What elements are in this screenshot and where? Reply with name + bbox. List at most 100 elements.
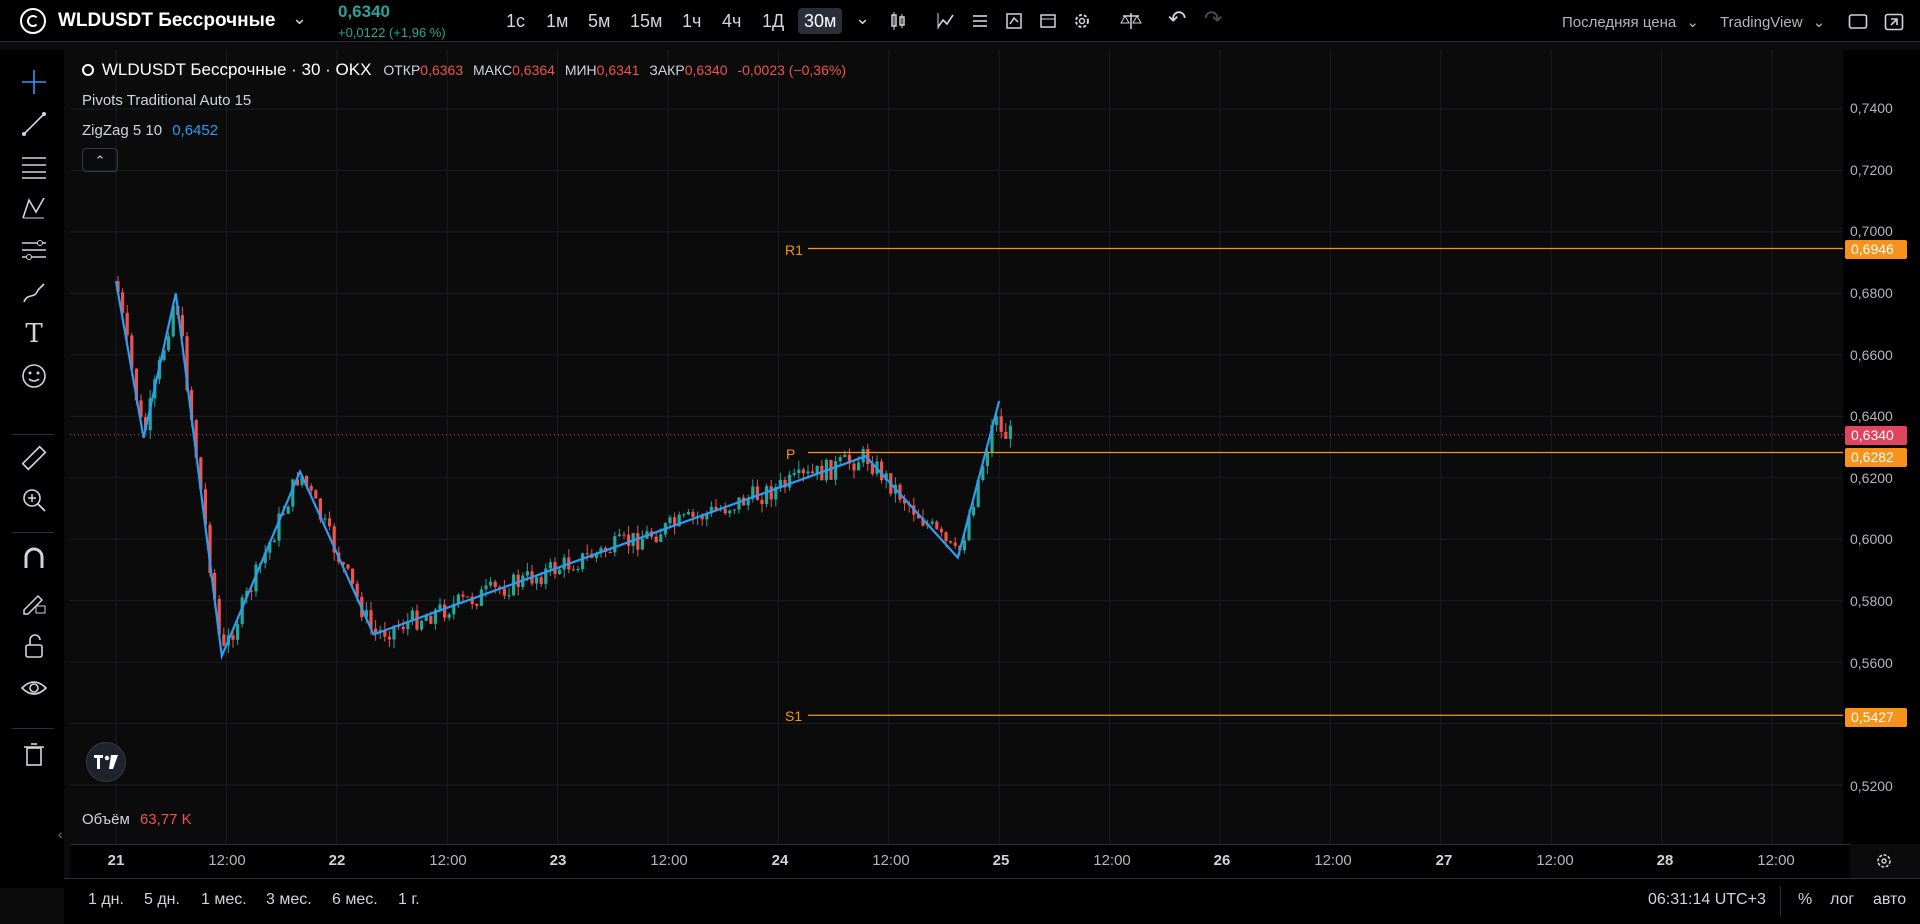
forecast-icon[interactable] <box>16 232 52 268</box>
candle-body <box>475 604 479 606</box>
symbol-change: +0,0122 (+1,96 %) <box>338 25 446 40</box>
range-1d[interactable]: 1 дн. <box>88 891 124 909</box>
price-tick: 0,7400 <box>1850 100 1893 116</box>
tf-1s[interactable]: 1с <box>500 8 531 34</box>
time-tick: 12:00 <box>872 852 910 869</box>
auto-toggle[interactable]: авто <box>1873 891 1906 909</box>
trend-line-icon[interactable] <box>16 106 52 142</box>
fullscreen-icon[interactable] <box>1882 11 1906 33</box>
drawing-toolbar: T ‹ <box>0 50 64 888</box>
indicators-icon[interactable] <box>934 9 958 33</box>
candle-body <box>617 534 621 537</box>
ruler-icon[interactable] <box>16 440 52 476</box>
candle-body <box>401 626 405 630</box>
tf-1h[interactable]: 1ч <box>676 8 707 34</box>
price-tick: 0,6400 <box>1850 408 1893 424</box>
range-6m[interactable]: 6 мес. <box>332 891 378 909</box>
trash-icon[interactable] <box>16 736 52 772</box>
templates-icon[interactable] <box>968 9 992 33</box>
candle-body <box>949 541 953 543</box>
price-chart[interactable] <box>70 50 1843 844</box>
candle-body <box>539 577 543 584</box>
provider-label: TradingView <box>1720 14 1803 31</box>
fib-icon[interactable] <box>16 148 52 184</box>
tf-1d[interactable]: 1Д <box>756 8 790 34</box>
percent-toggle[interactable]: % <box>1798 891 1812 909</box>
range-3m[interactable]: 3 мес. <box>266 891 312 909</box>
candle-body <box>613 536 617 553</box>
candle-body <box>834 461 838 480</box>
gear-icon[interactable] <box>1070 9 1094 33</box>
symbol-price: 0,6340 <box>338 2 390 21</box>
time-tick: 12:00 <box>208 852 246 869</box>
alert-icon[interactable] <box>1002 9 1026 33</box>
tf-4h[interactable]: 4ч <box>716 8 747 34</box>
range-1y[interactable]: 1 г. <box>398 891 420 909</box>
candle-body <box>502 588 506 596</box>
clock[interactable]: 06:31:14 UTC+3 <box>1648 891 1766 909</box>
layout-icon[interactable] <box>1846 11 1870 33</box>
logo-icon[interactable] <box>20 8 46 34</box>
legend-symbol-icon <box>82 64 94 76</box>
collapse-sidebar-icon[interactable]: ‹ <box>58 826 63 842</box>
symbol-name[interactable]: WLDUSDT Бессрочные <box>58 10 275 32</box>
candle-body <box>668 517 672 524</box>
zoom-in-icon[interactable] <box>16 482 52 518</box>
replay-icon[interactable] <box>1036 9 1060 33</box>
tf-1m[interactable]: 1м <box>540 8 574 34</box>
candle-body <box>576 568 580 571</box>
pivot-r1-label: R1 <box>785 242 803 258</box>
lock-drawing-icon[interactable] <box>16 584 52 620</box>
tf-30m[interactable]: 30м <box>798 8 843 34</box>
tf-5m[interactable]: 5м <box>582 8 616 34</box>
crosshair-icon[interactable] <box>16 64 52 100</box>
zigzag-indicator[interactable]: ZigZag 5 10 0,6452 <box>82 122 218 139</box>
time-tick: 12:00 <box>1757 852 1795 869</box>
range-1m[interactable]: 1 мес. <box>201 891 247 909</box>
chart-grid <box>70 50 1843 844</box>
provider-select[interactable]: TradingView ⌄ <box>1720 13 1825 31</box>
candle-body <box>788 474 792 488</box>
candle-body <box>769 486 773 500</box>
chart-legend: WLDUSDT Бессрочные · 30 · OKX ОТКР0,6363… <box>82 60 846 80</box>
collapse-legend-button[interactable]: ⌃ <box>82 148 118 172</box>
candle-body <box>654 536 658 542</box>
pivots-indicator-label[interactable]: Pivots Traditional Auto 15 <box>82 92 251 109</box>
candle-body <box>1008 425 1012 439</box>
tf-15m[interactable]: 15м <box>624 8 668 34</box>
candle-body <box>420 620 424 630</box>
log-toggle[interactable]: лог <box>1830 891 1854 909</box>
price-type-select[interactable]: Последняя цена ⌄ <box>1562 13 1699 31</box>
symbol-dropdown-icon[interactable]: ⌄ <box>292 8 307 29</box>
text-icon[interactable]: T <box>16 316 52 352</box>
axis-settings-icon[interactable] <box>1872 849 1896 873</box>
patterns-icon[interactable] <box>16 190 52 226</box>
candle-body <box>562 557 566 570</box>
candle-body <box>571 569 575 571</box>
legend-low-label: МИН <box>564 62 597 78</box>
candle-body <box>636 533 640 550</box>
time-tick: 28 <box>1656 852 1674 869</box>
candle-body <box>167 336 171 351</box>
redo-icon[interactable]: ↷ <box>1204 6 1222 32</box>
legend-title[interactable]: WLDUSDT Бессрочные · 30 · OKX <box>102 60 372 79</box>
range-5d[interactable]: 5 дн. <box>144 891 180 909</box>
candle-body <box>581 553 585 569</box>
candle-body <box>525 571 529 576</box>
legend-change: -0,0023 (−0,36%) <box>737 62 846 78</box>
legend-high-label: МАКС <box>473 62 513 78</box>
scales-icon[interactable] <box>1118 9 1144 33</box>
candle-body <box>236 624 240 640</box>
tradingview-logo-icon[interactable] <box>86 742 126 782</box>
emoji-icon[interactable] <box>16 358 52 394</box>
chart-type-icon[interactable] <box>886 9 910 33</box>
magnet-icon[interactable] <box>16 540 52 576</box>
undo-icon[interactable]: ↶ <box>1168 6 1186 32</box>
timeframe-dropdown-icon[interactable]: ⌄ <box>855 8 870 29</box>
candle-body <box>760 499 764 505</box>
candle-body <box>222 634 226 646</box>
eye-icon[interactable] <box>16 670 52 706</box>
volume-indicator[interactable]: Объём 63,77 K <box>82 811 192 828</box>
unlock-icon[interactable] <box>16 628 52 664</box>
brush-icon[interactable] <box>16 274 52 310</box>
